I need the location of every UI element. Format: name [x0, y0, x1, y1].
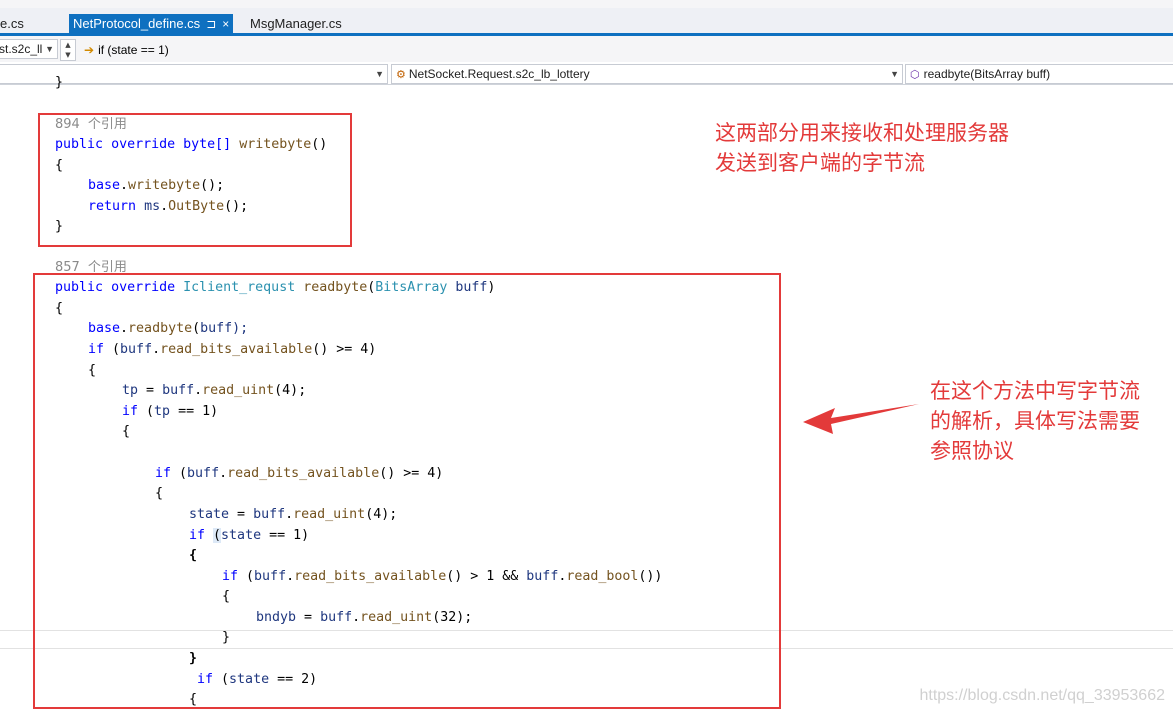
tab-label: MsgManager.cs	[250, 16, 342, 31]
class-dropdown-value: NetSocket.Request.s2c_lb_lottery	[408, 67, 590, 81]
code-line: }	[55, 73, 63, 94]
note-line: 参照协议	[930, 439, 1014, 463]
note-line: 发送到客户端的字节流	[715, 151, 925, 175]
annotation-arrow-icon	[803, 404, 919, 434]
close-icon[interactable]: ×	[222, 14, 229, 34]
brace: }	[55, 75, 64, 90]
navigation-bar	[0, 36, 1173, 63]
arrow-right-icon: ➔	[84, 43, 95, 57]
annotation-box-writebyte	[38, 113, 352, 247]
method-dropdown-value: readbyte(BitsArray buff)	[923, 67, 1051, 81]
chevron-up-icon[interactable]: ▲	[61, 40, 75, 50]
annotation-note-1: 这两部分用来接收和处理服务器 发送到客户端的字节流	[715, 118, 1009, 178]
current-statement-label: if (state == 1)	[98, 43, 169, 57]
annotation-box-readbyte	[33, 273, 781, 709]
pin-icon[interactable]: ⊐	[206, 14, 216, 34]
arrow-shape	[803, 404, 919, 434]
class-icon: ⚙	[396, 69, 406, 81]
note-line: 的解析，具体写法需要	[930, 409, 1140, 433]
class-dropdown[interactable]: ⚙ NetSocket.Request.s2c_lb_lottery ▼	[391, 64, 903, 84]
chevron-down-icon: ▼	[375, 69, 384, 79]
tab-label: NetProtocol_define.cs	[73, 16, 201, 31]
tab-e-cs[interactable]: e.cs	[0, 14, 24, 34]
navigation-stepper[interactable]: ▲ ▼	[60, 39, 76, 61]
note-line: 这两部分用来接收和处理服务器	[715, 121, 1009, 145]
chevron-down-icon[interactable]: ▼	[61, 50, 75, 60]
document-tab-bar: e.cs NetProtocol_define.cs ⊐ × MsgManager.…	[0, 0, 1173, 36]
toolbar-strip	[0, 0, 1173, 8]
watermark: https://blog.csdn.net/qq_33953662	[919, 687, 1165, 704]
chevron-down-icon: ▼	[890, 69, 899, 79]
tab-netprotocol-define[interactable]: NetProtocol_define.cs ⊐ ×	[69, 14, 234, 34]
current-statement[interactable]: ➔ if (state == 1)	[84, 42, 169, 58]
note-line: 在这个方法中写字节流	[930, 379, 1140, 403]
chevron-down-icon: ▼	[45, 44, 54, 54]
member-dropdown-value: st.s2c_ll	[0, 42, 43, 56]
tab-msgmanager[interactable]: MsgManager.cs	[250, 14, 342, 34]
method-icon: ⬡	[910, 69, 920, 81]
annotation-note-2: 在这个方法中写字节流 的解析，具体写法需要 参照协议	[930, 376, 1140, 466]
method-dropdown[interactable]: ⬡ readbyte(BitsArray buff)	[905, 64, 1173, 84]
member-dropdown[interactable]: st.s2c_ll ▼	[0, 39, 58, 59]
tab-label: e.cs	[0, 16, 24, 31]
